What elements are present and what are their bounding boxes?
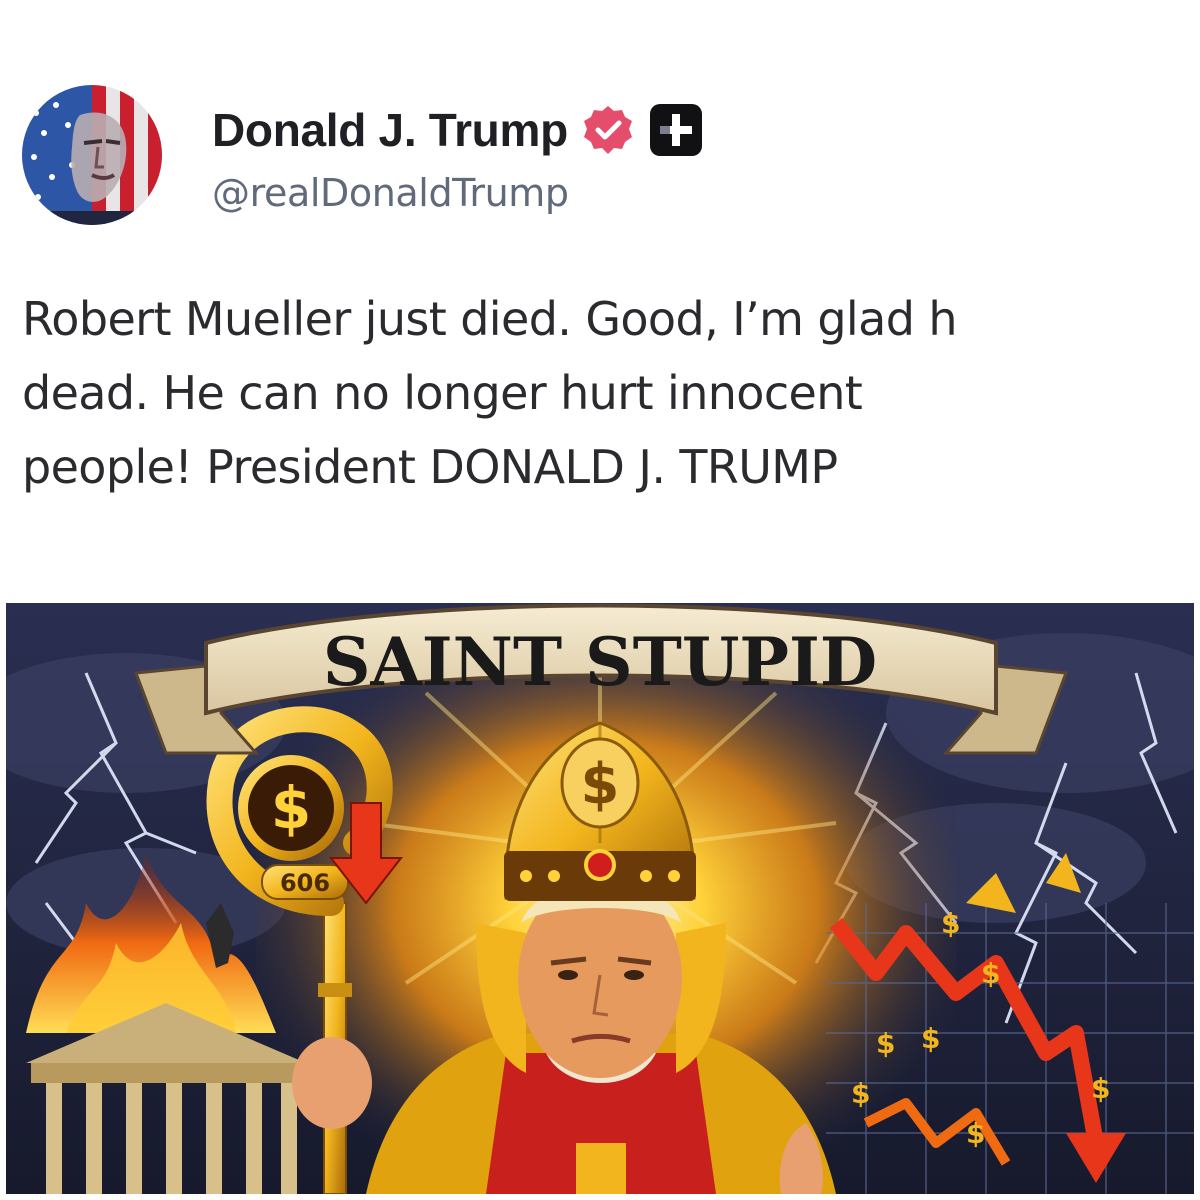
banner-title: SAINT STUPID (323, 623, 877, 701)
staff-dollar-symbol: $ (271, 774, 311, 842)
saint-stupid-illustration: $ $ $ $ $ $ $ $ 606 $ SAINT STUPID (6, 603, 1194, 1194)
chart-dollar-symbol: $ (921, 1022, 940, 1055)
avatar[interactable] (22, 85, 162, 225)
chart-dollar-symbol: $ (966, 1117, 985, 1150)
post-text-line: people! President DONALD J. TRUMP (22, 440, 838, 494)
plus-square-icon[interactable] (648, 102, 704, 158)
chart-dollar-symbol: $ (876, 1027, 895, 1060)
chart-dollar-symbol: $ (1091, 1072, 1110, 1105)
name-row: Donald J. Trump (212, 95, 704, 165)
post-text-line: dead. He can no longer hurt innocent (22, 366, 863, 420)
staff-number: 606 (280, 869, 330, 897)
author-identity: Donald J. Trump @realDonaldTrump (212, 95, 704, 215)
avatar-image (22, 85, 162, 225)
post-text-line: Robert Mueller just died. Good, I’m glad… (22, 292, 957, 346)
mitre-dollar-symbol: $ (581, 752, 620, 817)
author-display-name[interactable]: Donald J. Trump (212, 103, 568, 157)
verified-badge-icon (582, 104, 634, 156)
chart-dollar-symbol: $ (851, 1077, 870, 1110)
post-header: Donald J. Trump @realDonaldTrump (22, 85, 704, 225)
author-handle[interactable]: @realDonaldTrump (212, 171, 704, 215)
chart-dollar-symbol: $ (981, 957, 1000, 990)
post-text: Robert Mueller just died. Good, I’m glad… (22, 282, 1192, 504)
attached-image[interactable]: $ $ $ $ $ $ $ $ 606 $ SAINT STUPID (6, 603, 1194, 1194)
chart-dollar-symbol: $ (941, 907, 960, 940)
